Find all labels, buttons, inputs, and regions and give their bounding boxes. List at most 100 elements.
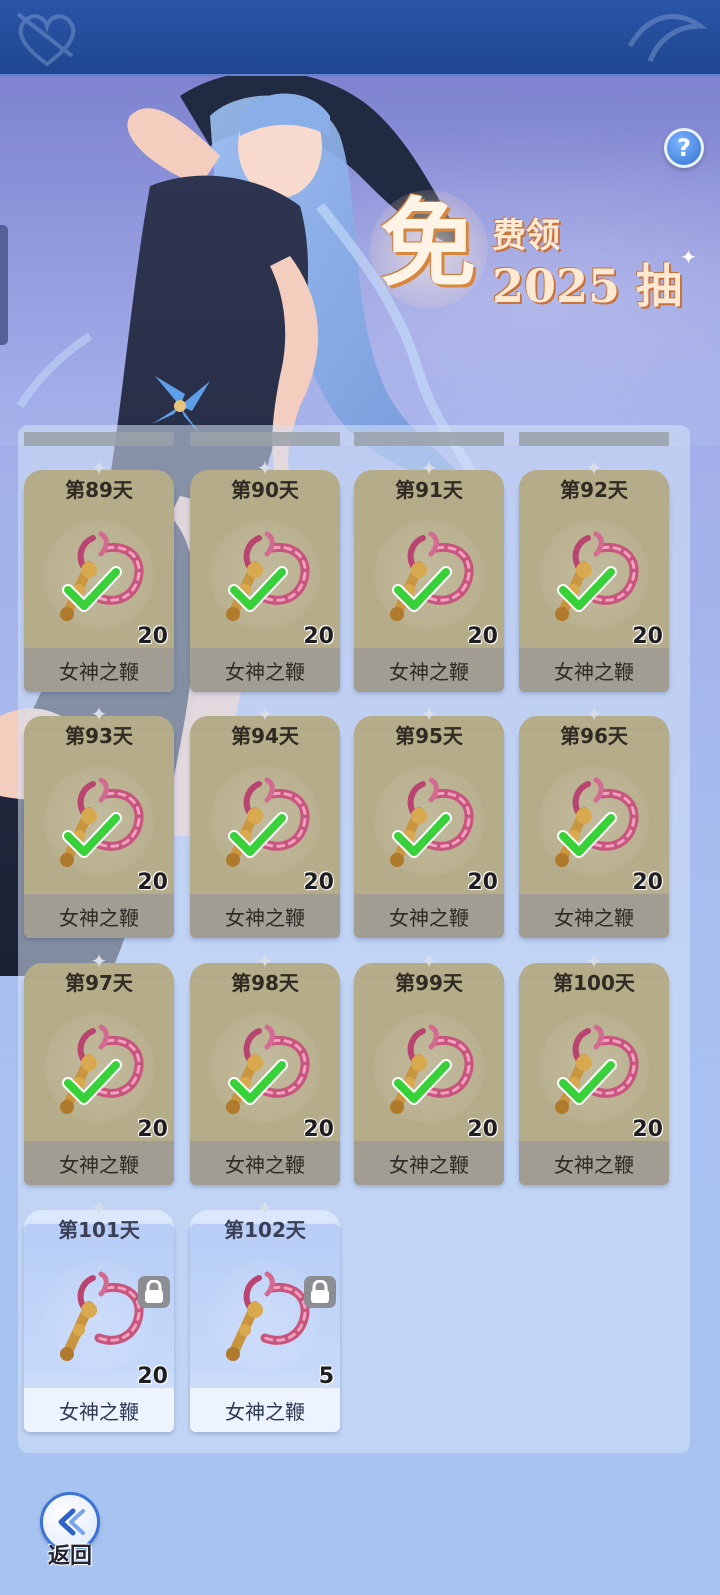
- back-button[interactable]: 返回: [36, 1492, 104, 1569]
- help-icon: ?: [677, 134, 691, 162]
- day-label: 第97天: [65, 971, 133, 995]
- goddess-whip-icon: [226, 1271, 310, 1361]
- item-quantity: 20: [467, 624, 498, 649]
- item-name: 女神之鞭: [190, 648, 340, 692]
- lock-icon: [304, 1276, 336, 1308]
- item-name: 女神之鞭: [519, 894, 669, 938]
- item-name: 女神之鞭: [190, 1141, 340, 1185]
- lock-icon: [138, 1276, 170, 1308]
- item-quantity: 20: [632, 870, 663, 895]
- side-pull-tab[interactable]: [0, 225, 8, 345]
- card-body: 20 女神之鞭: [519, 977, 669, 1185]
- day-label: 第91天: [395, 478, 463, 502]
- item-quantity: 20: [137, 1364, 168, 1389]
- reward-card[interactable]: 20 女神之鞭 ✦ 第91天: [354, 456, 504, 692]
- day-label: 第101天: [58, 1218, 140, 1242]
- card-body: 20 女神之鞭: [354, 484, 504, 692]
- promo-big-char: 免: [380, 187, 476, 300]
- claimed-check-icon: [392, 566, 452, 612]
- reward-card[interactable]: 20 女神之鞭 ✦ 第100天: [519, 949, 669, 1185]
- card-body: 5 女神之鞭: [190, 1224, 340, 1432]
- item-quantity: 20: [632, 624, 663, 649]
- card-body: 20 女神之鞭: [519, 730, 669, 938]
- goddess-whip-icon: [60, 1271, 144, 1361]
- promo-line-2: 2025 抽: [492, 259, 683, 313]
- day-label: 第92天: [560, 478, 628, 502]
- day-label: 第94天: [231, 724, 299, 748]
- help-button[interactable]: ?: [664, 128, 704, 168]
- day-label: 第98天: [231, 971, 299, 995]
- item-name: 女神之鞭: [354, 894, 504, 938]
- top-bar: [0, 0, 720, 76]
- item-name: 女神之鞭: [354, 648, 504, 692]
- card-body: 20 女神之鞭: [190, 977, 340, 1185]
- item-name: 女神之鞭: [24, 648, 174, 692]
- card-body: 20 女神之鞭: [519, 484, 669, 692]
- heart-arrow-decoration-icon: [16, 12, 76, 67]
- item-quantity: 20: [632, 1117, 663, 1142]
- reward-card[interactable]: 20 女神之鞭 ✦ 第101天: [24, 1196, 174, 1432]
- item-quantity: 20: [137, 624, 168, 649]
- item-quantity: 20: [137, 870, 168, 895]
- reward-card[interactable]: 20 女神之鞭 ✦ 第93天: [24, 702, 174, 938]
- previous-card-edge: [519, 432, 669, 446]
- item-quantity: 20: [467, 1117, 498, 1142]
- claimed-check-icon: [228, 566, 288, 612]
- reward-card[interactable]: 20 女神之鞭 ✦ 第95天: [354, 702, 504, 938]
- item-name: 女神之鞭: [24, 1388, 174, 1432]
- day-label: 第99天: [395, 971, 463, 995]
- reward-card[interactable]: 20 女神之鞭 ✦ 第90天: [190, 456, 340, 692]
- item-name: 女神之鞭: [190, 1388, 340, 1432]
- card-body: 20 女神之鞭: [24, 977, 174, 1185]
- claimed-check-icon: [62, 566, 122, 612]
- item-quantity: 20: [303, 624, 334, 649]
- reward-card[interactable]: 20 女神之鞭 ✦ 第99天: [354, 949, 504, 1185]
- item-name: 女神之鞭: [24, 894, 174, 938]
- swirl-decoration-icon: [627, 13, 708, 62]
- back-label: 返回: [47, 1544, 92, 1569]
- day-label: 第90天: [231, 478, 299, 502]
- reward-card[interactable]: 20 女神之鞭 ✦ 第98天: [190, 949, 340, 1185]
- day-label: 第95天: [395, 724, 463, 748]
- claimed-check-icon: [392, 1059, 452, 1105]
- card-body: 20 女神之鞭: [354, 730, 504, 938]
- item-quantity: 20: [467, 870, 498, 895]
- reward-card[interactable]: 20 女神之鞭 ✦ 第94天: [190, 702, 340, 938]
- card-body: 20 女神之鞭: [24, 730, 174, 938]
- claimed-check-icon: [228, 1059, 288, 1105]
- day-label: 第96天: [560, 724, 628, 748]
- claimed-check-icon: [392, 812, 452, 858]
- claimed-check-icon: [557, 812, 617, 858]
- previous-card-edge: [354, 432, 504, 446]
- reward-card[interactable]: 20 女神之鞭 ✦ 第97天: [24, 949, 174, 1185]
- item-name: 女神之鞭: [519, 648, 669, 692]
- item-quantity: 20: [303, 1117, 334, 1142]
- item-name: 女神之鞭: [190, 894, 340, 938]
- item-quantity: 5: [318, 1364, 334, 1389]
- reward-card[interactable]: 20 女神之鞭 ✦ 第92天: [519, 456, 669, 692]
- day-label: 第89天: [65, 478, 133, 502]
- previous-card-edge: [190, 432, 340, 446]
- card-body: 20 女神之鞭: [354, 977, 504, 1185]
- previous-card-edge: [24, 432, 174, 446]
- reward-card[interactable]: 20 女神之鞭 ✦ 第96天: [519, 702, 669, 938]
- day-label: 第100天: [553, 971, 635, 995]
- promo-title: 免 费领 2025 抽: [370, 187, 690, 315]
- card-body: 20 女神之鞭: [190, 484, 340, 692]
- sparkle-icon: ✦: [680, 245, 697, 269]
- item-name: 女神之鞭: [354, 1141, 504, 1185]
- claimed-check-icon: [557, 1059, 617, 1105]
- item-quantity: 20: [137, 1117, 168, 1142]
- reward-card[interactable]: 5 女神之鞭 ✦ 第102天: [190, 1196, 340, 1432]
- day-label: 第93天: [65, 724, 133, 748]
- card-body: 20 女神之鞭: [24, 1224, 174, 1432]
- day-label: 第102天: [224, 1218, 306, 1242]
- claimed-check-icon: [62, 1059, 122, 1105]
- previous-row-edge: [24, 432, 684, 448]
- claimed-check-icon: [62, 812, 122, 858]
- claimed-check-icon: [228, 812, 288, 858]
- claimed-check-icon: [557, 566, 617, 612]
- reward-card[interactable]: 20 女神之鞭 ✦ 第89天: [24, 456, 174, 692]
- card-body: 20 女神之鞭: [190, 730, 340, 938]
- item-name: 女神之鞭: [24, 1141, 174, 1185]
